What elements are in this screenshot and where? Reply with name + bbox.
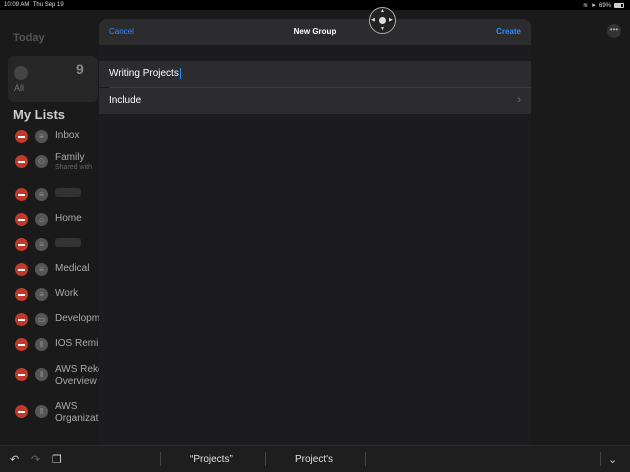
list-name: Medical <box>55 263 90 274</box>
create-button[interactable]: Create <box>496 27 521 36</box>
delete-icon[interactable] <box>15 313 28 326</box>
list-subtitle: Shared with <box>55 164 92 171</box>
status-right: ≋ ➤ 69% <box>583 2 624 9</box>
delete-icon[interactable] <box>15 263 28 276</box>
group-name-value: Writing Projects <box>109 68 179 80</box>
desktop-icon: ▭ <box>35 313 48 326</box>
delete-icon[interactable] <box>15 405 28 418</box>
suggestion-divider <box>365 452 366 466</box>
sheet-header: Cancel New Group Create <box>99 19 531 45</box>
suggestion-divider <box>600 452 601 466</box>
list-icon: ≡ <box>35 288 48 301</box>
my-lists-title: My Lists <box>13 107 66 122</box>
list-item[interactable]: ≡ <box>0 185 100 205</box>
keyboard-suggestion-bar: ↶ ↷ ❐ “Projects” Project's ⌄ <box>0 445 630 472</box>
more-icon[interactable]: ••• <box>607 24 621 38</box>
all-card[interactable]: 9 All <box>8 56 98 102</box>
list-name: Developm <box>55 313 101 324</box>
list-name-redacted <box>55 188 81 200</box>
wifi-icon: ≋ <box>582 3 588 9</box>
text-caret <box>179 68 181 79</box>
list-item[interactable]: ≡ Work <box>0 285 100 305</box>
list-name: Inbox <box>55 130 80 141</box>
list-item[interactable]: ⌂ Home <box>0 210 100 230</box>
list-name: IOS Remi <box>55 338 99 349</box>
pause-icon: ‖ <box>35 368 48 381</box>
delete-icon[interactable] <box>15 130 28 143</box>
list-item[interactable]: ≡ Inbox <box>0 127 100 147</box>
today-title: Today <box>13 32 45 44</box>
group-name-field[interactable]: Writing Projects <box>99 61 531 87</box>
status-bar: 10:09 AM Thu Sep 19 ≋ ➤ 69% <box>0 0 630 10</box>
list-item[interactable]: ‖ IOS Remi <box>0 335 100 355</box>
suggestion-1[interactable]: “Projects” <box>190 454 233 465</box>
list-item[interactable]: ‖ AWS Organizat <box>0 401 100 424</box>
list-item[interactable]: ⚇ Family Shared with <box>0 152 100 172</box>
list-icon: ≡ <box>35 263 48 276</box>
suggestion-2[interactable]: Project's <box>295 454 333 465</box>
battery-percent: 69% <box>598 2 611 9</box>
list-name: Work <box>55 288 79 299</box>
delete-icon[interactable] <box>15 338 28 351</box>
list-name: Home <box>55 213 82 224</box>
all-label: All <box>14 83 25 93</box>
people-icon: ⚇ <box>35 155 48 168</box>
arrow-left-icon: ◀ <box>371 17 375 23</box>
include-row[interactable]: Include › <box>99 88 531 114</box>
all-count: 9 <box>76 61 84 77</box>
delete-icon[interactable] <box>15 188 28 201</box>
list-subtitle: Overview <box>55 376 97 387</box>
list-item[interactable]: ‖ AWS Reko Overview <box>0 364 104 387</box>
list-icon: ≡ <box>35 238 48 251</box>
joystick-center <box>379 17 386 24</box>
list-item[interactable]: ▭ Developm <box>0 310 100 330</box>
list-name: AWS <box>55 401 78 412</box>
sheet-title: New Group <box>293 27 337 36</box>
list-item[interactable]: ≡ Medical <box>0 260 100 280</box>
delete-icon[interactable] <box>15 213 28 226</box>
tray-icon <box>14 66 28 80</box>
list-name-redacted <box>55 238 81 250</box>
redo-icon[interactable]: ↷ <box>31 453 40 466</box>
location-icon: ➤ <box>590 3 596 9</box>
arrow-right-icon: ▶ <box>389 17 393 23</box>
suggestion-divider <box>265 452 266 466</box>
include-label: Include <box>109 95 142 106</box>
paste-icon[interactable]: ❐ <box>52 453 62 466</box>
delete-icon[interactable] <box>15 238 28 251</box>
undo-icon[interactable]: ↶ <box>10 453 19 466</box>
pause-icon: ‖ <box>35 405 48 418</box>
suggestion-divider <box>160 452 161 466</box>
joystick-control[interactable]: ▲ ▼ ◀ ▶ <box>369 7 396 34</box>
list-icon: ≡ <box>35 130 48 143</box>
list-subtitle: Organizat <box>55 413 99 424</box>
pause-icon: ‖ <box>35 338 48 351</box>
delete-icon[interactable] <box>15 368 28 381</box>
delete-icon[interactable] <box>15 155 28 168</box>
house-icon: ⌂ <box>35 213 48 226</box>
status-time: 10:09 AM Thu Sep 19 <box>4 2 64 8</box>
chevron-right-icon: › <box>517 94 521 106</box>
delete-icon[interactable] <box>15 288 28 301</box>
list-name: AWS Reko <box>55 364 104 375</box>
list-name: Family <box>55 152 85 163</box>
list-icon: ≡ <box>35 188 48 201</box>
battery-icon <box>614 3 624 8</box>
dismiss-keyboard-icon[interactable]: ⌄ <box>608 453 617 466</box>
list-item[interactable]: ≡ <box>0 235 100 255</box>
arrow-up-icon: ▲ <box>380 8 385 14</box>
arrow-down-icon: ▼ <box>380 26 385 32</box>
group-name-value-wrap: Writing Projects <box>109 68 181 79</box>
new-group-sheet: Cancel New Group Create Writing Projects… <box>99 19 531 449</box>
